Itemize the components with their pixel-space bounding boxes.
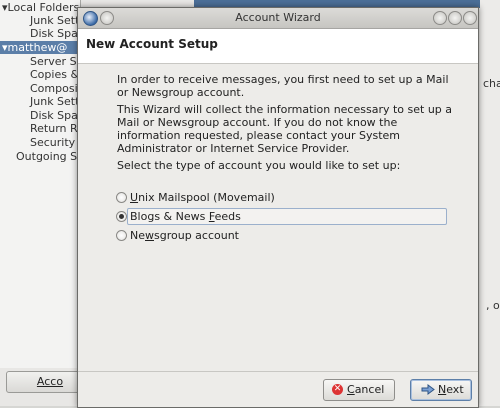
radio-blogs-news-feeds[interactable]: Blogs & News Feeds [116,208,447,225]
tree-item-junk-settings[interactable]: Junk Sett [30,14,79,27]
text-fragment: cha [483,77,500,90]
settings-panel-edge: cha , or [480,0,500,406]
tree-item-copies-folders[interactable]: Copies & [30,68,79,81]
tree-item-outgoing-server[interactable]: Outgoing Se [16,150,80,163]
select-label: Select the type of account you would lik… [117,159,401,172]
cancel-icon: ✕ [332,384,343,395]
minimize-button[interactable] [433,11,447,25]
window-title: Account Wizard [235,11,321,24]
tree-item-disk-space-2[interactable]: Disk Spac [30,109,80,122]
tree-item-local-folders[interactable]: ▾Local Folders [2,1,79,14]
next-button[interactable]: Next [410,379,472,401]
tree-item-server-settings[interactable]: Server Se [30,55,80,68]
wizard-header: New Account Setup [78,29,478,64]
arrow-right-icon [421,384,435,395]
page-title: New Account Setup [86,37,218,51]
maximize-button[interactable] [448,11,462,25]
text-fragment: , or [486,299,500,312]
account-wizard-dialog: Account Wizard New Account Setup In orde… [77,7,479,408]
radio-button[interactable] [116,230,127,241]
tree-item-account[interactable]: ▾matthew@ [0,41,80,54]
tree-item-composition[interactable]: Composit [30,82,80,95]
tree-item-junk-settings-2[interactable]: Junk Sett [30,95,79,108]
radio-button-checked[interactable] [116,211,127,222]
intro-paragraph: In order to receive messages, you first … [117,73,449,99]
tree-item-security[interactable]: Security [30,136,75,149]
intro-text: In order to receive messages, you first … [117,73,457,176]
cancel-button[interactable]: ✕ Cancel [323,379,395,401]
radio-button[interactable] [116,192,127,203]
info-paragraph: This Wizard will collect the information… [117,103,453,155]
tree-item-return-receipts[interactable]: Return R [30,122,78,135]
tree-item-disk-space[interactable]: Disk Spac [30,27,80,40]
title-bar[interactable]: Account Wizard [78,8,478,29]
radio-label[interactable]: Blogs & News Feeds [130,209,241,224]
radio-label[interactable]: Newsgroup account [130,228,239,243]
radio-label[interactable]: Unix Mailspool (Movemail) [130,190,275,205]
close-button[interactable] [463,11,477,25]
footer-divider [78,371,478,372]
account-tree[interactable]: ▾Local Folders Junk Sett Disk Spac ▾matt… [0,0,81,368]
